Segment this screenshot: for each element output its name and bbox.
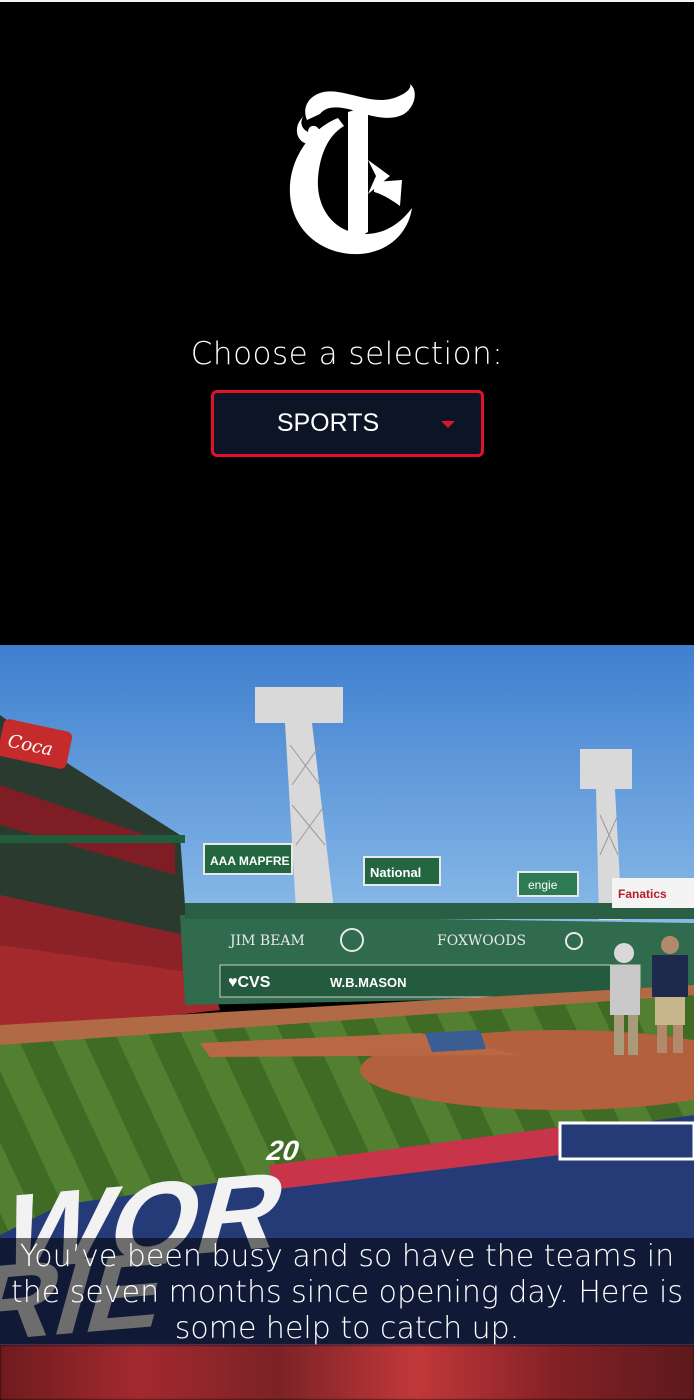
caret-down-icon — [441, 421, 455, 428]
svg-text:W.B.MASON: W.B.MASON — [330, 975, 407, 990]
top-edge — [0, 0, 694, 2]
header: Choose a selection: SPORTS — [0, 0, 694, 645]
selection-prompt: Choose a selection: — [190, 336, 504, 372]
svg-text:Fanatics: Fanatics — [618, 887, 667, 901]
svg-text:AAA MAPFRE: AAA MAPFRE — [210, 854, 290, 868]
nyt-t-logo-icon — [289, 84, 415, 255]
svg-text:FOXWOODS: FOXWOODS — [437, 933, 526, 949]
svg-text:engie: engie — [528, 878, 558, 892]
page: Choose a selection: SPORTS Coca AAA MAPF… — [0, 0, 694, 1400]
hero-caption: You’ve been busy and so have the teams i… — [11, 1239, 683, 1346]
svg-text:National: National — [370, 865, 421, 880]
section-select-value: SPORTS — [276, 409, 380, 437]
section-select[interactable]: SPORTS — [211, 390, 484, 457]
next-photo-strip — [0, 1345, 694, 1400]
svg-text:♥CVS: ♥CVS — [228, 974, 271, 991]
svg-text:JIM BEAM: JIM BEAM — [228, 933, 305, 949]
